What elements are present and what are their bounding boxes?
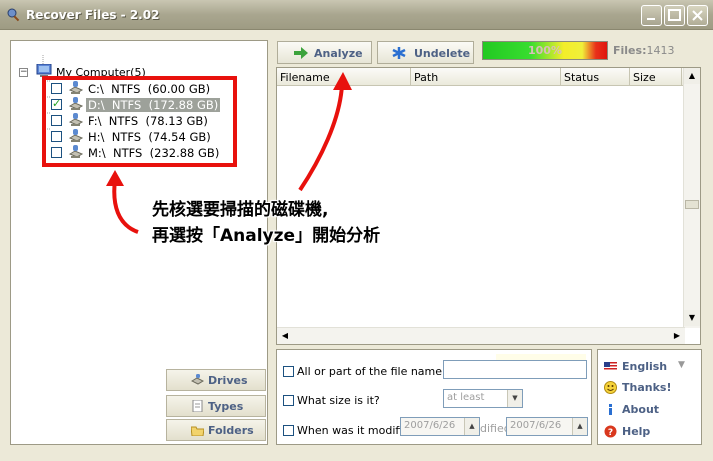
arrow-to-drives	[112, 179, 139, 234]
instruction-annotation: 先核選要掃描的磁碟機, 再選按「Analyze」開始分析	[152, 197, 380, 249]
annotation-line-2: 再選按「Analyze」開始分析	[152, 226, 381, 246]
arrowhead-to-analyze	[333, 72, 352, 90]
annotation-line-1: 先核選要掃描的磁碟機,	[152, 200, 329, 220]
arrowhead-to-drives	[106, 170, 124, 186]
arrow-to-analyze	[298, 84, 344, 192]
